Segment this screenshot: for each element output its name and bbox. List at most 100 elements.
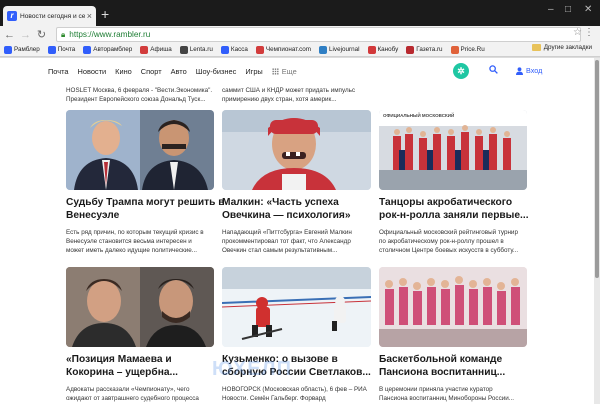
- card-text-line: столичном Центре боевых искусств в суббо…: [379, 247, 519, 254]
- card-text-line: Пансиона воспитанниц Минобороны России..…: [379, 395, 515, 402]
- maximize-icon[interactable]: □: [565, 4, 571, 15]
- bookmark-label: Lenta.ru: [189, 46, 213, 53]
- card-text-line: НОВОГОРСК (Московская область), 6 фев – …: [222, 386, 367, 393]
- close-tab-icon[interactable]: ×: [87, 11, 92, 21]
- nav-more[interactable]: Еще: [271, 66, 297, 76]
- bookmark-label: Price.Ru: [460, 46, 485, 53]
- card-text: Адвокаты рассказали «Чемпионату», чего о…: [66, 385, 199, 403]
- bookmark-item[interactable]: Рамблер: [4, 45, 40, 54]
- bookmark-item[interactable]: Газета.ru: [406, 45, 443, 54]
- web-page: Почта Новости Кино Спорт Авто Шоу-бизнес…: [0, 58, 594, 404]
- news-image-mamaev-kokorin[interactable]: [66, 267, 214, 347]
- card-text-line: Новости. Семён Гальберг. Форвард: [222, 395, 326, 402]
- bookmark-label: Почта: [57, 46, 76, 53]
- folder-icon: [531, 44, 541, 51]
- kassa-icon: [220, 45, 229, 54]
- nav-showbiz[interactable]: Шоу-бизнес: [196, 67, 237, 76]
- gazeta-icon: [406, 45, 415, 54]
- login-button[interactable]: Вход: [516, 66, 542, 75]
- rambler-logo-icon[interactable]: ✲: [453, 63, 469, 79]
- rambler-favicon-icon: r: [7, 11, 17, 21]
- card-title[interactable]: Баскетбольной команде Пансиона воспитанн…: [379, 354, 505, 379]
- rambler-icon: [4, 45, 12, 54]
- bookmark-star-icon[interactable]: ☆: [573, 27, 582, 38]
- browser-toolbar: ← → ↻ 🔒︎ https://www.rambler.ru: [0, 26, 600, 43]
- bookmark-item[interactable]: Афиша: [140, 45, 172, 54]
- card-text-line: Адвокаты рассказали «Чемпионату», чего: [66, 386, 190, 393]
- other-bookmarks[interactable]: Другие закладки: [531, 44, 592, 51]
- news-image-cadets[interactable]: [379, 267, 527, 347]
- browser-tab[interactable]: r Новости сегодня и сейчас ×: [3, 6, 96, 26]
- nav-games[interactable]: Игры: [245, 67, 262, 76]
- bookmark-item[interactable]: Касса: [220, 45, 248, 54]
- back-arrow-icon[interactable]: ←: [3, 29, 16, 41]
- news-image-dancers[interactable]: ОФИЦИАЛЬНЫЙ МОСКОВСКИЙ: [379, 110, 527, 190]
- card-text: Есть ряд причин, по которым текущий криз…: [66, 228, 204, 255]
- page-scrollbar[interactable]: [594, 58, 600, 404]
- kanobu-icon: [367, 45, 376, 54]
- tab-strip: r Новости сегодня и сейчас × + – □ ✕: [0, 0, 600, 26]
- nav-sport[interactable]: Спорт: [141, 67, 162, 76]
- mail-icon: [47, 45, 56, 54]
- scrollbar-thumb[interactable]: [595, 60, 599, 278]
- nav-mail[interactable]: Почта: [48, 67, 69, 76]
- card-text: Официальный московский рейтинговый турни…: [379, 228, 518, 255]
- price-icon: [450, 45, 459, 54]
- address-bar[interactable]: 🔒︎ https://www.rambler.ru: [56, 27, 581, 42]
- card-text-line: может иметь далеко идущие политические..…: [66, 247, 197, 254]
- browser-menu-icon[interactable]: ⋮: [584, 27, 594, 38]
- card-text-line: прокомментировал тот факт, что Александр: [222, 238, 351, 245]
- news-snippet[interactable]: саммит США и КНДР может придать импульс …: [222, 86, 355, 104]
- card-title[interactable]: «Позиция Мамаева и Кокорина – ущербна...: [66, 354, 178, 379]
- url-text: https://www.rambler.ru: [69, 30, 151, 39]
- site-nav: Почта Новости Кино Спорт Авто Шоу-бизнес…: [0, 58, 594, 84]
- reload-icon[interactable]: ↻: [35, 28, 48, 41]
- card-title[interactable]: Судьбу Трампа могут решить в Венесуэле: [66, 197, 225, 222]
- news-image-ovechkin[interactable]: [222, 110, 371, 190]
- bookmark-item[interactable]: Чемпионат.com: [255, 45, 312, 54]
- bookmark-label: Чемпионат.com: [265, 46, 312, 53]
- nav-cinema[interactable]: Кино: [115, 67, 132, 76]
- livejournal-icon: [319, 45, 328, 54]
- bookmark-item[interactable]: Авторамблер: [83, 45, 133, 54]
- bookmark-label: Livejournal: [329, 46, 360, 53]
- auto-icon: [83, 45, 92, 54]
- nav-more-label: Еще: [281, 66, 297, 76]
- new-tab-button[interactable]: +: [101, 7, 109, 21]
- bookmark-item[interactable]: Канобу: [367, 45, 399, 54]
- search-icon[interactable]: [489, 65, 498, 74]
- news-image-trump-maduro[interactable]: [66, 110, 214, 190]
- forward-arrow-icon[interactable]: →: [19, 29, 32, 41]
- card-title[interactable]: Танцоры акробатического рок-н-ролла заня…: [379, 197, 529, 222]
- nav-news[interactable]: Новости: [78, 67, 107, 76]
- card-title[interactable]: Малкин: «Часть успеха Овечкина — психоло…: [222, 197, 351, 222]
- card-title-line: Кокорина – ущербна...: [66, 366, 179, 378]
- card-text-line: Нападающий «Питтсбурга» Евгений Малкин: [222, 229, 352, 236]
- card-title-line: Баскетбольной команде: [379, 354, 503, 365]
- nav-auto[interactable]: Авто: [171, 67, 187, 76]
- card-text-line: Есть ряд причин, по которым текущий криз…: [66, 229, 204, 236]
- bookmark-label: Авторамблер: [93, 46, 133, 53]
- lenta-icon: [179, 45, 188, 54]
- snippet-line: HOSLET Москва, 6 февраля - "Вести.Эконом…: [66, 87, 213, 94]
- snippet-line: Президент Европейского союза Дональд Тус…: [66, 96, 206, 103]
- bookmark-label: Канобу: [377, 46, 399, 53]
- browser-window: r Новости сегодня и сейчас × + – □ ✕ ← →…: [0, 0, 600, 404]
- news-snippet[interactable]: HOSLET Москва, 6 февраля - "Вести.Эконом…: [66, 86, 212, 104]
- card-text: Нападающий «Питтсбурга» Евгений Малкин п…: [222, 228, 352, 255]
- afisha-icon: [140, 45, 149, 54]
- card-text: НОВОГОРСК (Московская область), 6 фев – …: [222, 385, 367, 403]
- bookmark-item[interactable]: Price.Ru: [450, 45, 485, 54]
- bookmark-item[interactable]: Livejournal: [319, 45, 360, 54]
- card-title-line: «Позиция Мамаева и: [66, 354, 172, 365]
- user-icon: [516, 66, 523, 75]
- minimize-icon[interactable]: –: [548, 4, 554, 15]
- bookmark-item[interactable]: Почта: [47, 45, 76, 54]
- news-image-kuzmenko[interactable]: [222, 267, 371, 347]
- lock-icon: 🔒︎: [61, 29, 66, 39]
- close-window-icon[interactable]: ✕: [584, 4, 592, 15]
- card-title-line: Пансиона воспитанниц...: [379, 366, 506, 378]
- card-text-line: Официальный московский рейтинговый турни…: [379, 229, 518, 236]
- bookmark-label: Газета.ru: [416, 46, 443, 53]
- bookmark-item[interactable]: Lenta.ru: [179, 45, 213, 54]
